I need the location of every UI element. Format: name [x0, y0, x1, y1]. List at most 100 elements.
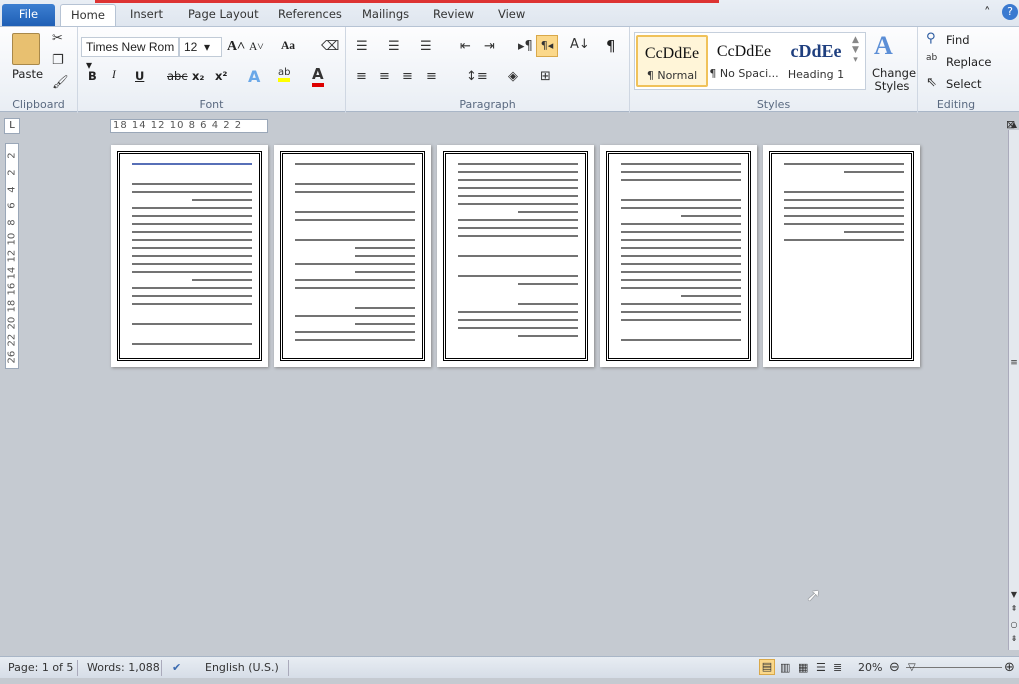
tab-references[interactable]: References — [268, 4, 352, 26]
vertical-ruler[interactable]: 2 2 4 6 8 10 12 14 16 18 20 22 26 — [5, 143, 19, 369]
bold-button[interactable]: B — [88, 69, 97, 83]
ruler-tick-label: 6 — [6, 202, 18, 210]
ruler-tick-label: 26 — [6, 350, 18, 364]
zoom-in-icon[interactable]: ⊕ — [1004, 657, 1015, 678]
next-page-icon[interactable]: ⇟ — [1009, 634, 1019, 643]
ltr-icon[interactable]: ▸¶ — [518, 39, 533, 54]
text-line — [132, 183, 252, 185]
scroll-thumb-icon[interactable]: ≡ — [1009, 358, 1019, 368]
proofing-icon[interactable]: ✔ — [172, 657, 181, 678]
word-count[interactable]: Words: 1,088 — [87, 657, 160, 678]
horizontal-ruler[interactable]: 18 14 12 10 8 6 4 2 2 — [110, 119, 268, 133]
text-line — [295, 211, 415, 213]
text-line — [295, 339, 415, 341]
bullets-icon[interactable]: ☰ — [356, 39, 368, 54]
minimize-ribbon-icon[interactable]: ˄ — [984, 6, 991, 21]
text-line — [458, 235, 578, 237]
change-case-button[interactable]: Aa — [281, 40, 295, 52]
tab-selector-icon[interactable]: L — [4, 118, 20, 134]
font-name-combo[interactable]: Times New Rom ▾ — [81, 37, 179, 72]
cut-icon[interactable]: ✂ — [52, 31, 63, 46]
borders-icon[interactable]: ⊞ — [540, 69, 551, 84]
find-button[interactable]: Find — [946, 33, 970, 47]
highlight-icon[interactable]: ab — [278, 67, 291, 82]
zoom-slider[interactable] — [906, 667, 1002, 668]
ruler-tick-label: 20 — [6, 316, 18, 330]
draft-icon[interactable]: ≣ — [833, 657, 842, 678]
format-painter-icon[interactable]: 🖌 — [52, 75, 69, 90]
document-page[interactable] — [274, 145, 431, 367]
change-styles-icon[interactable]: A — [874, 31, 893, 61]
text-line — [295, 287, 415, 289]
sort-icon[interactable]: A↓ — [570, 37, 590, 52]
shading-icon[interactable]: ◈ — [508, 69, 518, 84]
language[interactable]: English (U.S.) — [205, 657, 279, 678]
page-count[interactable]: Page: 1 of 5 — [8, 657, 73, 678]
document-page[interactable] — [600, 145, 757, 367]
paste-button[interactable]: Paste — [12, 67, 43, 81]
help-icon[interactable]: ? — [1002, 4, 1018, 20]
decrease-indent-icon[interactable]: ⇤ — [460, 39, 471, 54]
zoom-slider-thumb[interactable]: ▽ — [908, 657, 916, 678]
document-page[interactable] — [763, 145, 920, 367]
font-size-combo[interactable]: 12 ▾ — [179, 37, 222, 57]
text-line — [844, 171, 904, 173]
editing-label: Editing — [936, 98, 976, 111]
grow-font-button[interactable]: A˄ — [227, 39, 245, 55]
clear-formatting-icon[interactable]: ⌫ — [321, 39, 339, 54]
text-line — [295, 183, 415, 185]
tab-page-layout[interactable]: Page Layout — [178, 4, 269, 26]
underline-button[interactable]: U — [135, 69, 144, 83]
justify-icon[interactable]: ≡ — [426, 69, 437, 84]
multilevel-list-icon[interactable]: ☰ — [420, 39, 432, 54]
style-normal[interactable]: CcDdEe ¶ Normal — [636, 35, 708, 87]
line-spacing-icon[interactable]: ↕≡ — [466, 69, 488, 84]
ruler-tick-label: 4 — [6, 185, 18, 193]
replace-button[interactable]: Replace — [946, 55, 992, 69]
shrink-font-button[interactable]: A˅ — [249, 41, 264, 53]
paste-icon[interactable] — [12, 33, 40, 65]
vertical-scrollbar[interactable]: ▲ ≡ ▼ ⇞ ○ ⇟ — [1008, 120, 1019, 650]
change-styles-button[interactable]: Change Styles — [872, 67, 916, 93]
tab-mailings[interactable]: Mailings — [352, 4, 419, 26]
font-size-value: 12 — [184, 40, 198, 54]
ruler-tick-label: 12 — [6, 249, 18, 263]
subscript-button[interactable]: x₂ — [192, 69, 204, 83]
full-screen-reading-icon[interactable]: ▥ — [780, 657, 790, 678]
font-color-icon[interactable]: A — [312, 65, 324, 87]
superscript-button[interactable]: x² — [215, 69, 227, 83]
style-heading-1[interactable]: cDdEe Heading 1 — [780, 35, 852, 87]
numbering-icon[interactable]: ☰ — [388, 39, 400, 54]
align-center-icon[interactable]: ≡ — [379, 69, 390, 84]
font-group: Times New Rom ▾ 12 ▾ A˄ A˅ Aa ⌫ B I U ab… — [78, 27, 346, 113]
tab-view[interactable]: View — [488, 4, 535, 26]
document-page[interactable] — [437, 145, 594, 367]
text-line — [132, 295, 252, 297]
styles-scroll-up-icon[interactable]: ▲ ▼ ▾ — [852, 35, 859, 65]
rtl-icon[interactable]: ¶◂ — [536, 35, 558, 57]
show-marks-button[interactable]: ¶ — [606, 37, 616, 55]
increase-indent-icon[interactable]: ⇥ — [484, 39, 495, 54]
select-button[interactable]: Select — [946, 77, 981, 91]
scroll-down-icon[interactable]: ▼ — [1009, 590, 1019, 599]
strikethrough-button[interactable]: abc — [167, 69, 188, 83]
tab-home[interactable]: Home — [60, 4, 116, 26]
view-ruler-icon[interactable]: ⊠ — [1006, 118, 1015, 131]
copy-icon[interactable]: ❐ — [52, 53, 64, 68]
tab-insert[interactable]: Insert — [120, 4, 173, 26]
select-browse-object-icon[interactable]: ○ — [1009, 620, 1019, 629]
italic-button[interactable]: I — [112, 69, 116, 81]
zoom-level[interactable]: 20% — [858, 657, 882, 678]
tab-review[interactable]: Review — [423, 4, 484, 26]
outline-icon[interactable]: ☰ — [816, 657, 826, 678]
web-layout-icon[interactable]: ▦ — [798, 657, 808, 678]
align-left-icon[interactable]: ≡ — [356, 69, 367, 84]
document-page[interactable] — [111, 145, 268, 367]
previous-page-icon[interactable]: ⇞ — [1009, 604, 1019, 613]
zoom-out-icon[interactable]: ⊖ — [889, 657, 900, 678]
print-layout-icon[interactable]: ▤ — [759, 659, 775, 675]
align-right-icon[interactable]: ≡ — [402, 69, 413, 84]
style-no-spacing[interactable]: CcDdEe ¶ No Spaci... — [708, 35, 780, 87]
text-effects-icon[interactable]: A — [248, 67, 260, 86]
tab-file[interactable]: File — [2, 4, 55, 26]
